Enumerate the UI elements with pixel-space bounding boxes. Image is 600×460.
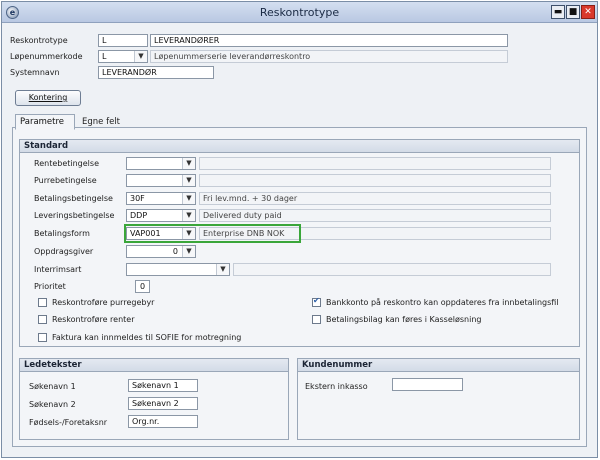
- betalingsbetingelse-value: 30F: [130, 194, 145, 203]
- kundenummer-group: Kundenummer: [297, 358, 580, 440]
- title-bar[interactable]: e Reskontrotype ▬ ■ ✕: [2, 2, 597, 23]
- purrebetingelse-select[interactable]: ▼: [126, 174, 196, 187]
- rentebetingelse-label: Rentebetingelse: [34, 159, 99, 168]
- close-icon[interactable]: ✕: [581, 5, 595, 19]
- betalingsform-highlight: [124, 224, 301, 243]
- reskontrotype-window: e Reskontrotype ▬ ■ ✕ Reskontrotype L LE…: [1, 1, 598, 458]
- purrebetingelse-label: Purrebetingelse: [34, 176, 97, 185]
- systemnavn-label: Systemnavn: [10, 68, 60, 77]
- oppdragsgiver-label: Oppdragsgiver: [34, 247, 94, 256]
- ledetekster-group-title: Ledetekster: [20, 359, 288, 372]
- lopenummerkode-description: Løpenummerserie leverandørreskontro: [150, 50, 508, 63]
- chevron-down-icon[interactable]: ▼: [182, 193, 195, 204]
- reskontrotype-code-field[interactable]: L: [98, 34, 148, 47]
- fodselsnr-field[interactable]: Org.nr.: [128, 415, 198, 428]
- systemnavn-field[interactable]: LEVERANDØR: [98, 66, 214, 79]
- betalingsbetingelse-description: Fri lev.mnd. + 30 dager: [199, 192, 551, 205]
- reskontrofore-renter-checkbox[interactable]: [38, 315, 47, 324]
- prioritet-label: Prioritet: [34, 282, 66, 291]
- betalingsbetingelse-label: Betalingsbetingelse: [34, 194, 113, 203]
- sokenavn1-field[interactable]: Søkenavn 1: [128, 379, 198, 392]
- chevron-down-icon[interactable]: ▼: [182, 158, 195, 169]
- prioritet-field[interactable]: 0: [135, 280, 150, 293]
- kontering-button-label: Kontering: [28, 93, 68, 102]
- lopenummerkode-value: L: [102, 52, 107, 61]
- sofie-motregning-checkbox[interactable]: [38, 333, 47, 342]
- fodselsnr-label: Fødsels-/Foretaksnr: [29, 418, 108, 427]
- tab-parametre[interactable]: Parametre: [15, 114, 75, 130]
- reskontrotype-label: Reskontrotype: [10, 36, 68, 45]
- leveringsbetingelse-select[interactable]: DDP ▼: [126, 209, 196, 222]
- purrebetingelse-description: [199, 174, 551, 187]
- minimize-icon[interactable]: ▬: [551, 5, 565, 19]
- betalingsbetingelse-select[interactable]: 30F ▼: [126, 192, 196, 205]
- lopenummerkode-label: Løpenummerkode: [10, 52, 83, 61]
- sokenavn2-label: Søkenavn 2: [29, 400, 76, 409]
- chevron-down-icon[interactable]: ▼: [182, 175, 195, 186]
- interrimsart-label: Interrimsart: [34, 265, 82, 274]
- reskontrofore-purregebyr-label: Reskontroføre purregebyr: [52, 298, 155, 307]
- chevron-down-icon[interactable]: ▼: [134, 51, 147, 62]
- oppdragsgiver-value: 0: [172, 247, 178, 256]
- betalingsbilag-kasselosning-checkbox[interactable]: [312, 315, 321, 324]
- sokenavn1-label: Søkenavn 1: [29, 382, 76, 391]
- kontering-button[interactable]: Kontering: [15, 90, 81, 106]
- betalingsbilag-kasselosning-label: Betalingsbilag kan føres i Kasseløsning: [326, 315, 482, 324]
- maximize-icon[interactable]: ■: [566, 5, 580, 19]
- reskontrofore-purregebyr-checkbox[interactable]: [38, 298, 47, 307]
- leveringsbetingelse-value: DDP: [130, 211, 148, 220]
- interrimsart-select[interactable]: ▼: [126, 263, 230, 276]
- oppdragsgiver-select[interactable]: 0 ▼: [126, 245, 196, 258]
- bankkonto-oppdatering-label: Bankkonto på reskontro kan oppdateres fr…: [326, 298, 559, 307]
- leveringsbetingelse-description: Delivered duty paid: [199, 209, 551, 222]
- kundenummer-group-title: Kundenummer: [298, 359, 579, 372]
- chevron-down-icon[interactable]: ▼: [182, 210, 195, 221]
- rentebetingelse-select[interactable]: ▼: [126, 157, 196, 170]
- sofie-motregning-label: Faktura kan innmeldes til SOFIE for motr…: [52, 333, 242, 342]
- ekstern-inkasso-field[interactable]: [392, 378, 463, 391]
- sokenavn2-field[interactable]: Søkenavn 2: [128, 397, 198, 410]
- standard-group-title: Standard: [20, 140, 579, 153]
- lopenummerkode-select[interactable]: L ▼: [98, 50, 148, 63]
- interrimsart-description: [233, 263, 551, 276]
- rentebetingelse-description: [199, 157, 551, 170]
- chevron-down-icon[interactable]: ▼: [182, 246, 195, 257]
- leveringsbetingelse-label: Leveringsbetingelse: [34, 211, 115, 220]
- reskontrotype-name-field[interactable]: LEVERANDØRER: [150, 34, 508, 47]
- reskontrofore-renter-label: Reskontroføre renter: [52, 315, 135, 324]
- betalingsform-label: Betalingsform: [34, 229, 90, 238]
- chevron-down-icon[interactable]: ▼: [216, 264, 229, 275]
- window-title: Reskontrotype: [259, 6, 340, 19]
- ekstern-inkasso-label: Ekstern inkasso: [305, 382, 368, 391]
- bankkonto-oppdatering-checkbox[interactable]: [312, 296, 321, 307]
